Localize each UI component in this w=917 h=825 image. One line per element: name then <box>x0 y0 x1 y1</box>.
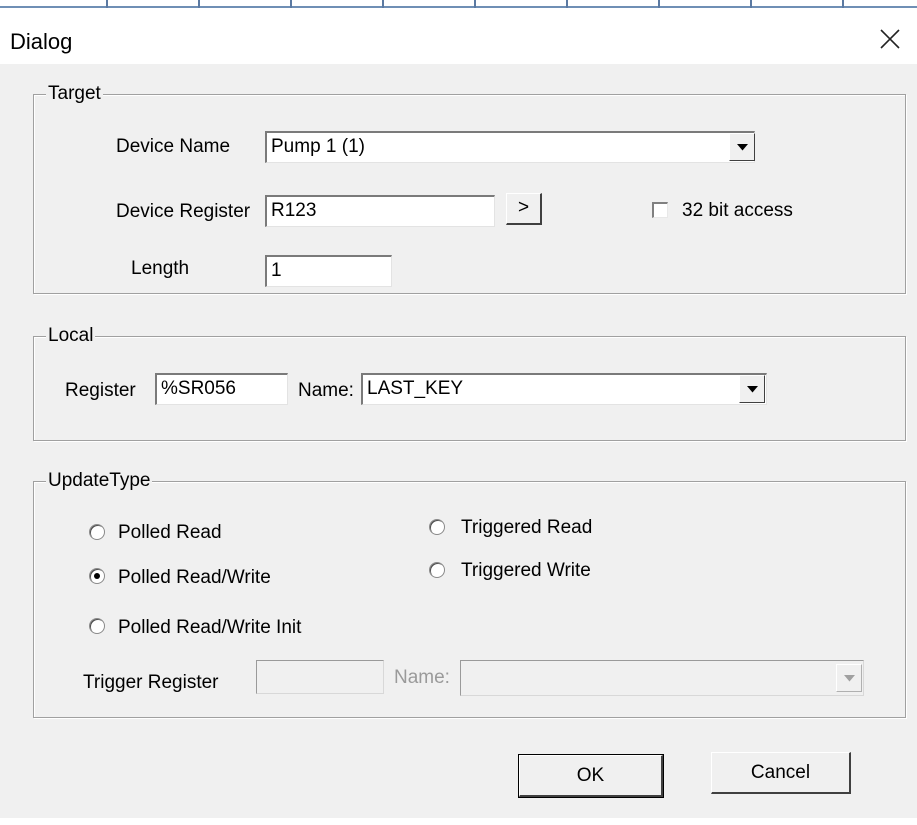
cancel-button-label: Cancel <box>750 762 811 783</box>
radio-selected-dot <box>94 573 100 579</box>
polled-read-radio[interactable] <box>89 524 105 540</box>
local-register-value: %SR056 <box>161 378 236 399</box>
update-type-legend: UpdateType <box>46 469 153 493</box>
device-register-label: Device Register <box>116 201 251 222</box>
trigger-name-select[interactable] <box>460 660 864 696</box>
close-icon[interactable] <box>875 24 905 54</box>
window-top-border <box>0 0 917 8</box>
chevron-down-icon <box>737 144 748 151</box>
ok-button-label: OK <box>576 765 605 786</box>
device-name-select[interactable]: Pump 1 (1) <box>265 131 755 163</box>
trigger-name-dropdown-button[interactable] <box>836 664 862 692</box>
update-type-group: UpdateType Polled Read Polled Read/Write… <box>33 469 906 718</box>
length-value: 1 <box>271 260 282 281</box>
device-register-input[interactable]: R123 <box>265 195 495 227</box>
polled-read-write-radio[interactable] <box>89 568 105 584</box>
device-name-dropdown-button[interactable] <box>729 133 755 161</box>
local-register-label: Register <box>65 380 136 401</box>
chevron-down-icon <box>844 675 855 682</box>
cancel-button[interactable]: Cancel <box>711 752 851 794</box>
window-title: Dialog <box>10 29 73 54</box>
browse-button-label: > <box>517 197 530 218</box>
triggered-read-label: Triggered Read <box>461 517 593 538</box>
local-name-label: Name: <box>298 380 354 401</box>
window-bottom-border <box>0 818 917 825</box>
polled-read-label: Polled Read <box>118 522 222 543</box>
local-name-value: LAST_KEY <box>367 378 464 399</box>
local-group: Local Register %SR056 Name: LAST_KEY <box>33 324 906 441</box>
target-group: Target Device Name Pump 1 (1) Device Reg… <box>33 82 906 294</box>
polled-read-write-label: Polled Read/Write <box>118 567 271 588</box>
chevron-down-icon <box>747 386 758 393</box>
device-name-value: Pump 1 (1) <box>271 136 365 157</box>
local-legend: Local <box>46 324 96 348</box>
local-register-input[interactable]: %SR056 <box>155 373 288 405</box>
triggered-write-radio[interactable] <box>429 562 445 578</box>
dialog-body: Target Device Name Pump 1 (1) Device Reg… <box>0 64 917 825</box>
bit32-checkbox[interactable] <box>652 202 668 218</box>
ok-button[interactable]: OK <box>518 754 664 798</box>
local-name-select[interactable]: LAST_KEY <box>361 373 767 405</box>
polled-read-write-init-radio[interactable] <box>89 618 105 634</box>
target-legend: Target <box>46 82 103 106</box>
trigger-register-input[interactable] <box>256 660 384 694</box>
length-label: Length <box>131 258 190 279</box>
bit32-label: 32 bit access <box>682 200 793 221</box>
device-name-label: Device Name <box>116 136 231 157</box>
trigger-register-label: Trigger Register <box>83 672 219 693</box>
title-bar: Dialog <box>0 8 917 64</box>
triggered-write-label: Triggered Write <box>461 560 591 581</box>
polled-read-write-init-label: Polled Read/Write Init <box>118 617 302 638</box>
browse-register-button[interactable]: > <box>506 193 542 225</box>
device-register-value: R123 <box>271 200 317 221</box>
length-input[interactable]: 1 <box>265 255 392 287</box>
trigger-name-label: Name: <box>394 667 450 688</box>
local-name-dropdown-button[interactable] <box>739 375 765 403</box>
triggered-read-radio[interactable] <box>429 519 445 535</box>
